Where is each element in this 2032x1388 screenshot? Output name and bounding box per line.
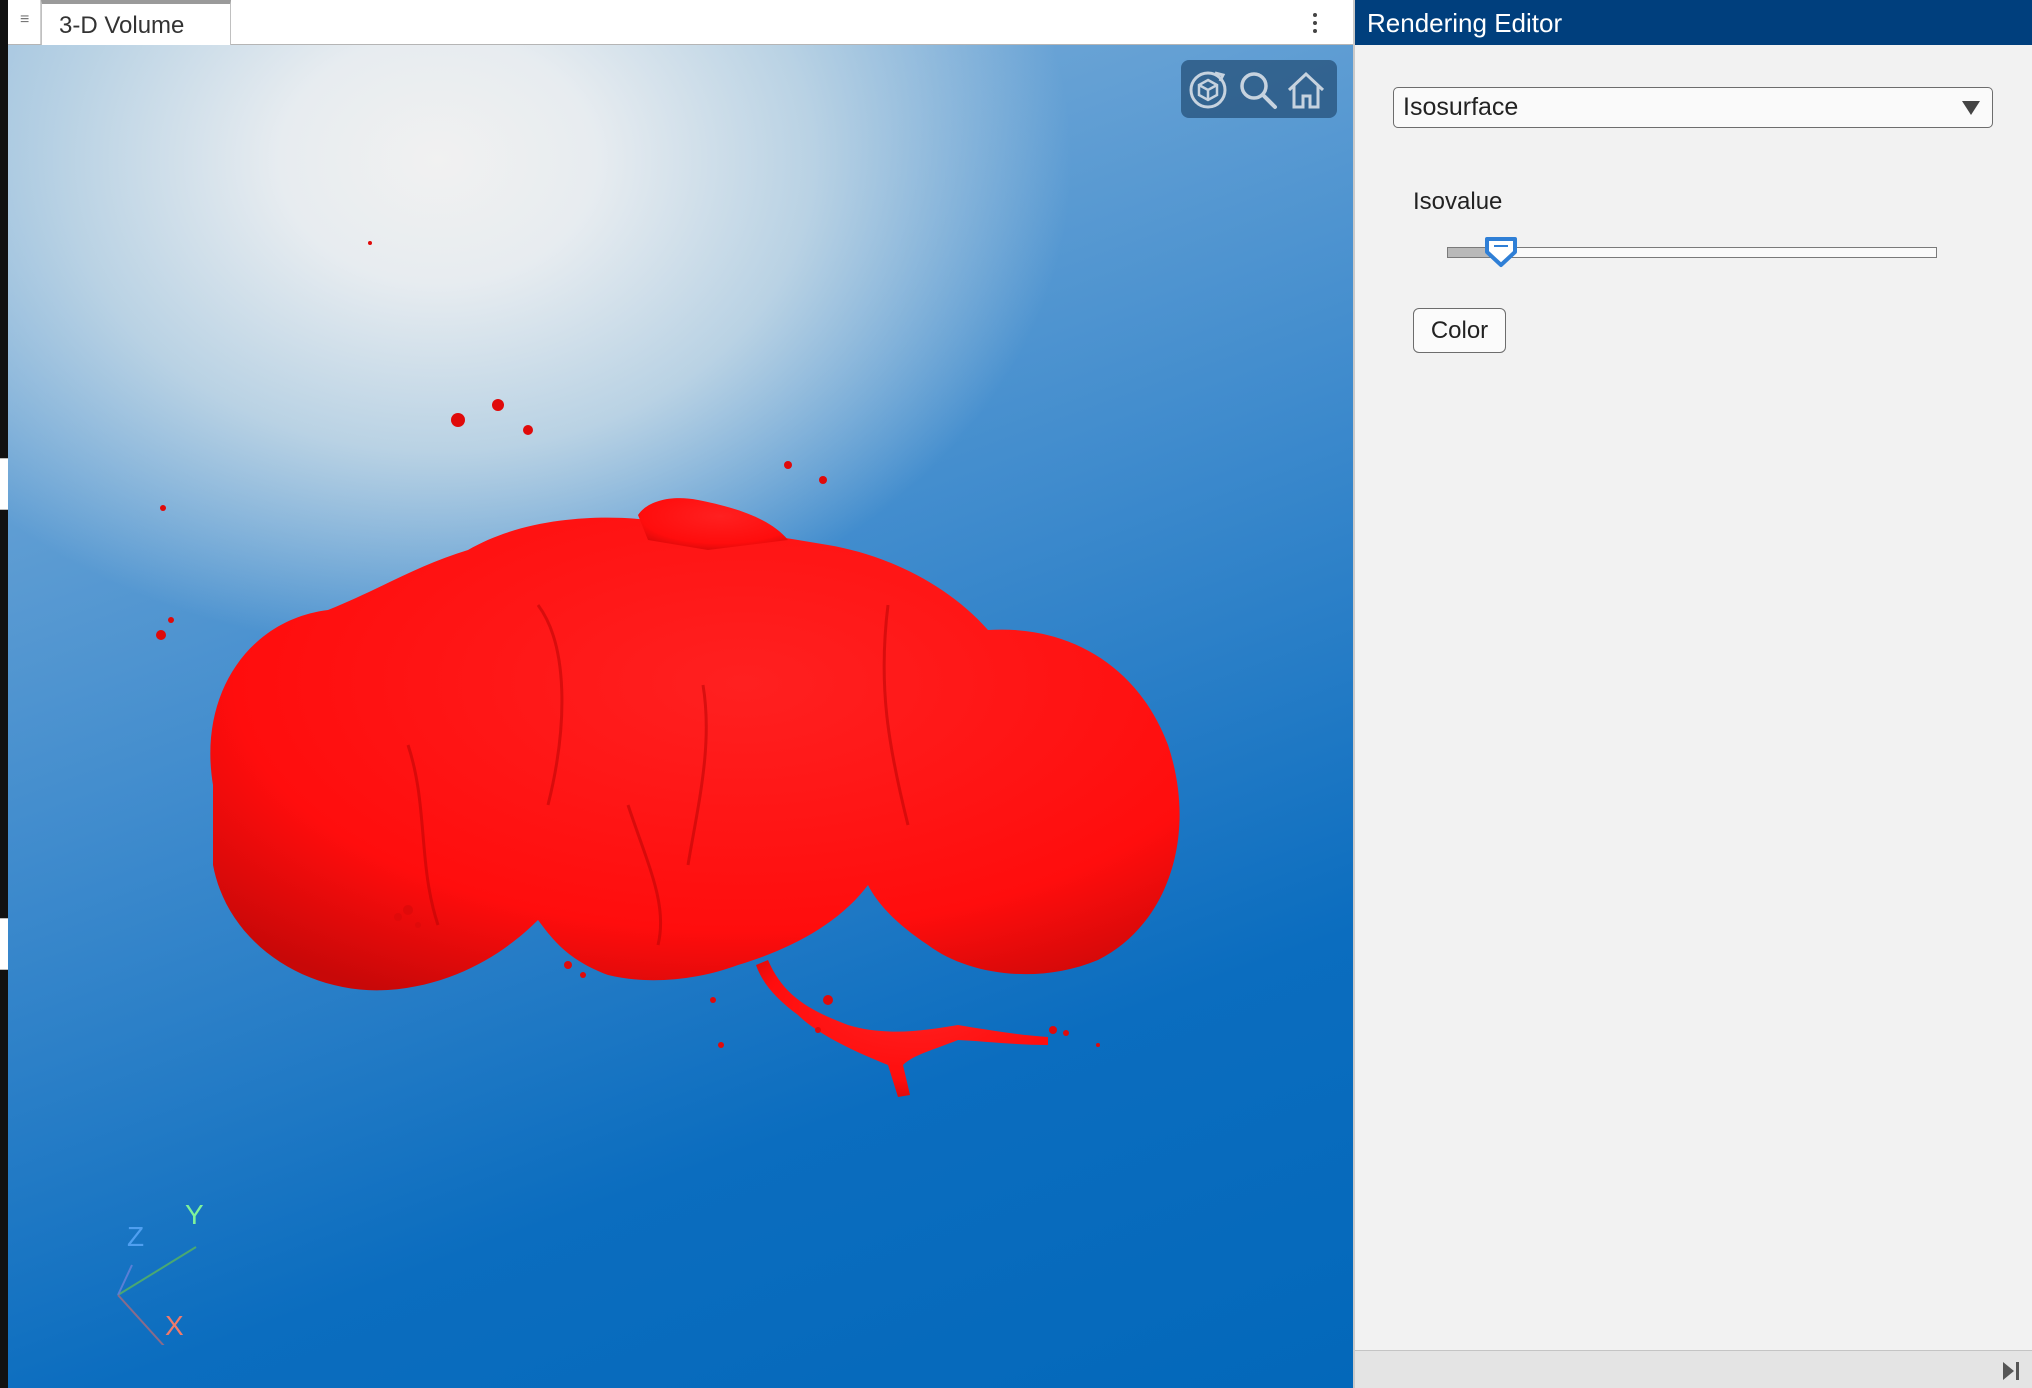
tab-label: 3-D Volume [59, 12, 185, 39]
rendering-editor-panel: Rendering Editor Isosurface Isovalue Col… [1353, 0, 2032, 1388]
rendering-style-dropdown[interactable]: Isosurface [1393, 87, 1993, 128]
isovalue-slider-track[interactable] [1447, 247, 1937, 258]
window-edge-marker [0, 458, 8, 510]
isovalue-slider-thumb[interactable] [1484, 236, 1518, 268]
collapse-panel-icon[interactable] [2001, 1360, 2021, 1382]
tab-3d-volume[interactable]: 3-D Volume [41, 0, 231, 45]
tab-options-menu-icon[interactable] [1305, 10, 1325, 36]
volume-vessel [756, 960, 1048, 1097]
zoom-magnifier-icon[interactable] [1237, 69, 1279, 111]
panel-footer [1355, 1350, 2032, 1388]
color-button[interactable]: Color [1413, 308, 1506, 353]
rotate-cube-icon[interactable] [1187, 69, 1229, 111]
volume-viewport[interactable]: Y Z X [8, 45, 1353, 1388]
home-icon[interactable] [1285, 69, 1327, 111]
chevron-down-icon [1962, 101, 1980, 115]
axis-y-label: Y [185, 1199, 204, 1230]
tab-drag-handle[interactable]: ≡ [8, 0, 41, 44]
rendering-style-value: Isosurface [1403, 93, 1519, 121]
volume-body [210, 517, 1180, 991]
isovalue-label: Isovalue [1413, 188, 1503, 215]
panel-title: Rendering Editor [1367, 8, 1563, 38]
volume-isosurface[interactable] [8, 45, 1353, 1388]
document-tab-bar: ≡ 3-D Volume [8, 0, 1353, 45]
grip-icon: ≡ [20, 11, 30, 28]
orientation-axes: Y Z X [88, 1195, 238, 1345]
viewport-toolbar [1181, 60, 1337, 118]
window-edge-marker [0, 918, 8, 970]
window-edge [0, 0, 8, 1388]
panel-header: Rendering Editor [1355, 0, 2032, 45]
axis-x-label: X [165, 1310, 184, 1341]
axis-z-label: Z [127, 1221, 145, 1252]
